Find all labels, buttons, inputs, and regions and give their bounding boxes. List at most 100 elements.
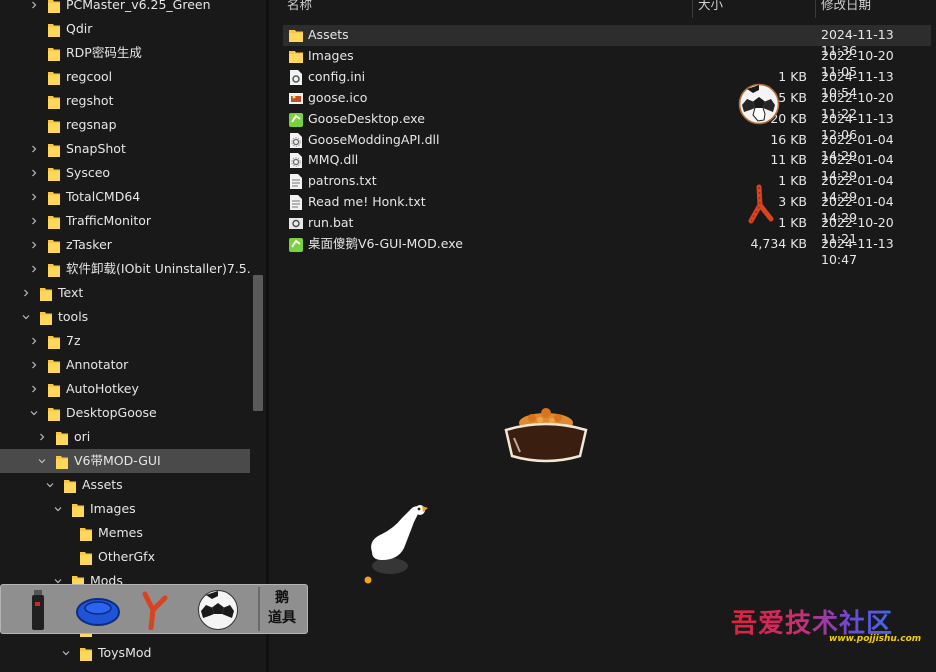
file-row[interactable]: MMQ.dll 11 KB 2022-01-04 14:29 xyxy=(283,150,931,183)
file-size: 5 KB xyxy=(778,89,807,105)
folder-icon xyxy=(48,334,60,349)
tree-item[interactable]: OtherGfx xyxy=(0,545,250,569)
folder-icon xyxy=(48,358,60,373)
file-row[interactable]: GooseModdingAPI.dll 16 KB 2022-01-04 14:29 xyxy=(283,130,931,163)
chevron-down-icon[interactable] xyxy=(36,449,48,473)
stick-icon[interactable] xyxy=(745,183,775,225)
tree-item-label: OtherGfx xyxy=(98,549,155,564)
chevron-right-icon[interactable] xyxy=(28,209,40,233)
app-icon xyxy=(289,112,303,127)
goose-toys-toolbar: 鹅 道具 xyxy=(0,584,308,634)
tree-item-label: regshot xyxy=(66,93,114,108)
tree-item[interactable]: Memes xyxy=(0,521,250,545)
tree-item-label: Text xyxy=(58,285,84,300)
file-row[interactable]: patrons.txt 1 KB 2022-01-04 14:29 xyxy=(283,171,931,204)
column-name-header[interactable]: 名称 xyxy=(287,0,312,13)
tree-item[interactable]: regcool xyxy=(0,65,250,89)
tree-item[interactable]: AutoHotkey xyxy=(0,377,250,401)
tree-item[interactable]: Sysceo xyxy=(0,161,250,185)
tree-item-label: regcool xyxy=(66,69,113,84)
chevron-right-icon[interactable] xyxy=(28,0,40,17)
tree-item[interactable]: 7z xyxy=(0,329,250,353)
file-name: Images xyxy=(308,47,354,63)
tree-item[interactable]: TotalCMD64 xyxy=(0,185,250,209)
tree-item[interactable]: Annotator xyxy=(0,353,250,377)
chevron-down-icon[interactable] xyxy=(60,641,72,665)
column-date-header[interactable]: 修改日期 xyxy=(821,0,871,13)
chevron-right-icon[interactable] xyxy=(28,233,40,257)
toolbar-title-line2: 道具 xyxy=(268,610,296,626)
tree-item[interactable]: V6带MOD-GUI xyxy=(0,449,250,473)
stick-icon xyxy=(142,591,168,630)
tree-item[interactable]: Qdir xyxy=(0,17,250,41)
tree-item-label: TotalCMD64 xyxy=(66,189,141,204)
file-size: 1 KB xyxy=(778,173,807,189)
toolbar-slot-bottle[interactable] xyxy=(15,588,61,632)
dll-icon xyxy=(289,132,303,148)
tree-item[interactable]: TrafficMonitor xyxy=(0,209,250,233)
file-row[interactable]: Assets 2024-11-13 11:36 xyxy=(283,25,931,58)
chevron-right-icon[interactable] xyxy=(28,353,40,377)
folder-icon xyxy=(48,166,60,181)
file-row[interactable]: GooseDesktop.exe 20 KB 2024-11-13 12:06 xyxy=(283,109,931,142)
chevron-down-icon[interactable] xyxy=(44,473,56,497)
chevron-right-icon[interactable] xyxy=(28,161,40,185)
column-divider[interactable] xyxy=(692,0,693,18)
chevron-right-icon[interactable] xyxy=(36,425,48,449)
chevron-down-icon[interactable] xyxy=(52,497,64,521)
tree-item[interactable]: regsnap xyxy=(0,113,250,137)
file-size: 11 KB xyxy=(770,152,807,168)
tree-item[interactable]: Text xyxy=(0,281,250,305)
tree-item[interactable]: ori xyxy=(0,425,250,449)
file-row[interactable]: config.ini 1 KB 2024-11-13 10:54 xyxy=(283,67,931,100)
chevron-right-icon[interactable] xyxy=(28,329,40,353)
chevron-right-icon[interactable] xyxy=(28,377,40,401)
file-size: 3 KB xyxy=(778,194,807,210)
soccer-ball-icon[interactable] xyxy=(738,83,780,125)
toolbar-slot-stick[interactable] xyxy=(131,588,177,632)
settings-file-icon xyxy=(289,69,303,85)
file-row[interactable]: run.bat 1 KB 2022-10-20 11:21 xyxy=(283,213,931,246)
toolbar-slot-ball[interactable] xyxy=(195,588,241,632)
column-header: 名称 大小 修改日期 xyxy=(269,0,936,18)
tree-item[interactable]: tools xyxy=(0,305,250,329)
folder-icon xyxy=(48,382,60,397)
folder-icon xyxy=(56,430,68,445)
column-divider[interactable] xyxy=(815,0,816,18)
tree-item[interactable]: Assets xyxy=(0,473,250,497)
tree-item[interactable]: 软件卸载(IObit Uninstaller)7.5.0 xyxy=(0,257,259,281)
file-name: MMQ.dll xyxy=(308,152,359,168)
chevron-right-icon[interactable] xyxy=(20,281,32,305)
tree-scrollbar-thumb[interactable] xyxy=(253,275,263,411)
food-bowl-icon[interactable] xyxy=(502,402,590,466)
column-size-header[interactable]: 大小 xyxy=(698,0,723,13)
dll-icon xyxy=(289,153,303,169)
tree-item[interactable]: SnapShot xyxy=(0,137,250,161)
tree-item[interactable]: DesktopGoose xyxy=(0,401,250,425)
frisbee-icon xyxy=(76,598,120,626)
tree-item[interactable]: ToysMod xyxy=(0,641,250,665)
tree-item[interactable]: regshot xyxy=(0,89,250,113)
goose-sprite[interactable] xyxy=(358,500,432,586)
folder-icon xyxy=(48,262,60,277)
app-icon xyxy=(289,237,303,252)
chevron-down-icon[interactable] xyxy=(20,305,32,329)
file-row[interactable]: goose.ico 5 KB 2022-10-20 11:22 xyxy=(283,88,931,121)
chevron-right-icon[interactable] xyxy=(28,185,40,209)
file-name: 桌面傻鹅V6-GUI-MOD.exe xyxy=(308,236,463,251)
tree-item[interactable]: PCMaster_v6.25_Green xyxy=(0,0,250,17)
folder-icon xyxy=(56,454,68,469)
chevron-right-icon[interactable] xyxy=(28,137,40,161)
file-row[interactable]: 桌面傻鹅V6-GUI-MOD.exe 4,734 KB 2024-11-13 10:… xyxy=(283,234,931,267)
file-row[interactable]: Read me! Honk.txt 3 KB 2022-01-04 14:29 xyxy=(283,192,931,225)
chevron-down-icon[interactable] xyxy=(28,401,40,425)
tree-item[interactable]: RDP密码生成 xyxy=(0,41,250,65)
tree-item[interactable]: Images xyxy=(0,497,250,521)
tree-item-label: ori xyxy=(74,429,91,444)
chevron-right-icon[interactable] xyxy=(28,257,40,281)
tree-item[interactable]: zTasker xyxy=(0,233,250,257)
folder-tree[interactable]: PCMaster_v6.25_Green Qdir RDP密码生成 regcool re… xyxy=(0,0,266,672)
tree-item-label: Qdir xyxy=(66,21,93,36)
toolbar-slot-frisbee[interactable] xyxy=(75,588,121,632)
file-row[interactable]: Images 2022-10-20 11:05 xyxy=(283,46,931,79)
